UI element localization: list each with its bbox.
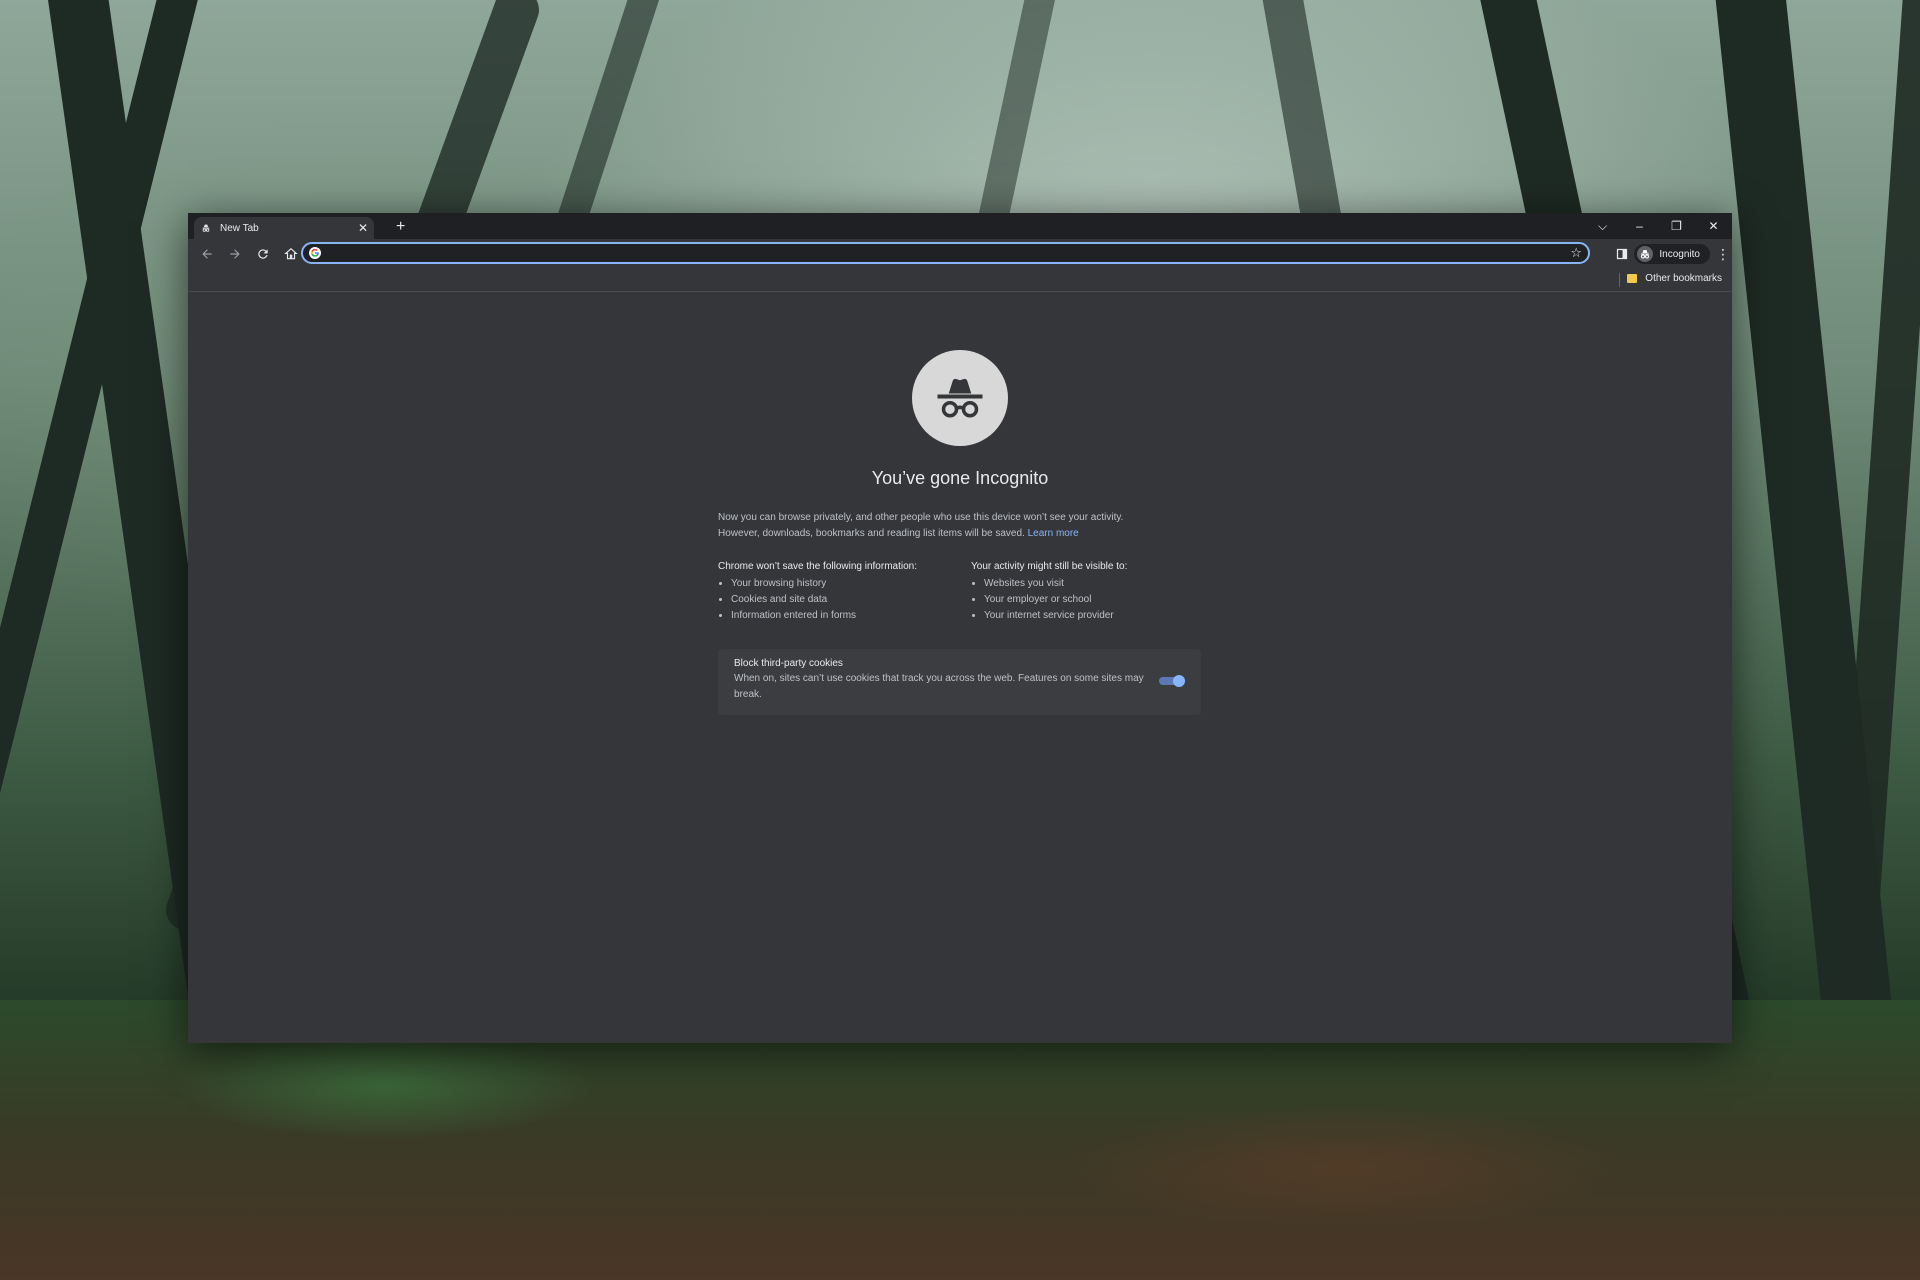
incognito-page: You’ve gone Incognito Now you can browse… [188,292,1732,1043]
address-bar[interactable]: ☆ [301,242,1590,264]
bookmarks-divider [1619,273,1620,287]
incognito-logo-icon [912,350,1008,446]
list-item: Cookies and site data [731,592,968,608]
incognito-icon [200,222,212,234]
list-item: Your employer or school [984,592,1221,608]
incognito-avatar-icon [1637,246,1654,262]
cookie-card-title: Block third-party cookies [734,658,843,669]
other-bookmarks-label: Other bookmarks [1645,273,1722,284]
list-item: Your browsing history [731,576,968,592]
visible-to-section: Your activity might still be visible to:… [971,561,1221,624]
incognito-profile-button[interactable]: Incognito [1634,244,1710,264]
profile-label: Incognito [1659,248,1700,260]
tab-new-tab[interactable]: New Tab ✕ [194,217,374,239]
learn-more-link[interactable]: Learn more [1028,528,1079,539]
back-icon[interactable] [194,241,220,267]
bookmark-star-icon[interactable]: ☆ [1570,245,1582,261]
visible-to-title: Your activity might still be visible to: [971,561,1128,572]
other-bookmarks-button[interactable]: Other bookmarks [1627,273,1722,284]
reload-icon[interactable] [250,241,276,267]
block-cookies-toggle[interactable] [1159,675,1185,687]
tab-strip: New Tab ✕ + ⌵ – ❐ ✕ [188,213,1732,239]
intro-line-2: However, downloads, bookmarks and readin… [718,528,1025,539]
url-input[interactable] [327,245,1571,261]
page-title: You’ve gone Incognito [871,468,1049,488]
side-panel-icon[interactable] [1616,248,1628,260]
not-saved-section: Chrome won’t save the following informat… [718,561,968,624]
toolbar-right: Incognito ⋮ [1616,242,1730,266]
bookmarks-bar: Other bookmarks [188,269,1732,292]
list-item: Websites you visit [984,576,1221,592]
more-menu-icon[interactable]: ⋮ [1716,247,1730,261]
minimize-button[interactable]: – [1621,219,1658,233]
list-item: Your internet service provider [984,608,1221,624]
close-window-button[interactable]: ✕ [1695,219,1732,233]
folder-icon [1627,274,1638,283]
not-saved-title: Chrome won’t save the following informat… [718,561,917,572]
forward-icon[interactable] [222,241,248,267]
cookie-controls-card: Block third-party cookies When on, sites… [718,649,1201,715]
intro-line-1: Now you can browse privately, and other … [718,512,1124,523]
tab-title: New Tab [220,222,259,234]
intro-text: Now you can browse privately, and other … [718,510,1188,542]
google-icon [309,247,321,259]
browser-window: New Tab ✕ + ⌵ – ❐ ✕ ☆ Incognito ⋮ Other … [188,213,1732,1043]
toolbar: ☆ Incognito ⋮ [188,239,1732,269]
restore-button[interactable]: ❐ [1658,219,1695,233]
tab-search-icon[interactable]: ⌵ [1584,219,1621,234]
list-item: Information entered in forms [731,608,968,624]
cookie-card-description: When on, sites can’t use cookies that tr… [734,673,1144,700]
window-controls: ⌵ – ❐ ✕ [1584,213,1732,239]
new-tab-button[interactable]: + [396,217,405,237]
close-tab-icon[interactable]: ✕ [358,222,368,234]
